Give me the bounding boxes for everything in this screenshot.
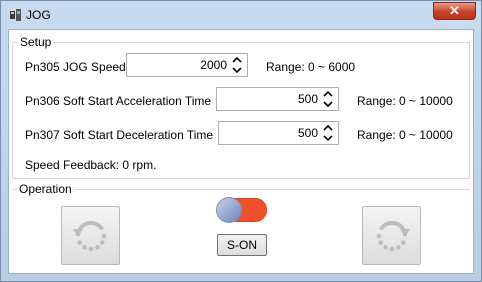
title-bar[interactable]: JOG ✕ bbox=[1, 1, 481, 29]
speed-feedback: Speed Feedback: 0 rpm. bbox=[25, 158, 157, 172]
jog-reverse-button[interactable] bbox=[61, 206, 120, 265]
spin-arrows-icon[interactable] bbox=[321, 123, 335, 143]
client-area: Setup Pn305 JOG Speed 2000 Range: 0 ~ 60… bbox=[8, 29, 474, 274]
spin-arrows-icon[interactable] bbox=[230, 55, 244, 75]
pn306-range: Range: 0 ~ 10000 bbox=[357, 94, 453, 108]
setup-group-label: Setup bbox=[18, 35, 54, 49]
pn306-label: Pn306 Soft Start Acceleration Time bbox=[25, 94, 212, 108]
servo-toggle-switch[interactable] bbox=[217, 198, 267, 222]
s-on-label: S-ON bbox=[227, 238, 257, 252]
jog-forward-button[interactable] bbox=[362, 206, 421, 265]
pn307-value: 500 bbox=[297, 126, 318, 140]
rotate-ccw-icon bbox=[72, 220, 106, 251]
pn307-label: Pn307 Soft Start Deceleration Time bbox=[25, 128, 214, 142]
window-title: JOG bbox=[26, 8, 51, 22]
operation-group-label: Operation bbox=[17, 182, 74, 196]
pn305-range: Range: 0 ~ 6000 bbox=[266, 60, 356, 74]
pn306-value: 500 bbox=[297, 92, 318, 106]
jog-app-icon bbox=[10, 9, 21, 21]
pn307-spinbox[interactable]: 500 bbox=[218, 121, 339, 145]
pn305-label: Pn305 JOG Speed bbox=[25, 60, 126, 74]
pn307-range: Range: 0 ~ 10000 bbox=[357, 128, 453, 142]
toggle-knob[interactable] bbox=[217, 198, 241, 222]
setup-group: Setup Pn305 JOG Speed 2000 Range: 0 ~ 60… bbox=[12, 35, 470, 179]
pn305-spinbox[interactable]: 2000 bbox=[126, 53, 248, 77]
close-icon: ✕ bbox=[449, 3, 460, 18]
close-button[interactable]: ✕ bbox=[433, 2, 476, 20]
pn305-value: 2000 bbox=[200, 58, 227, 72]
rotate-cw-icon bbox=[376, 220, 410, 251]
jog-window: JOG ✕ Setup Pn305 JOG Speed 2000 Range: … bbox=[0, 0, 482, 282]
s-on-button[interactable]: S-ON bbox=[217, 234, 267, 256]
spin-arrows-icon[interactable] bbox=[321, 89, 335, 109]
pn306-spinbox[interactable]: 500 bbox=[216, 87, 339, 111]
